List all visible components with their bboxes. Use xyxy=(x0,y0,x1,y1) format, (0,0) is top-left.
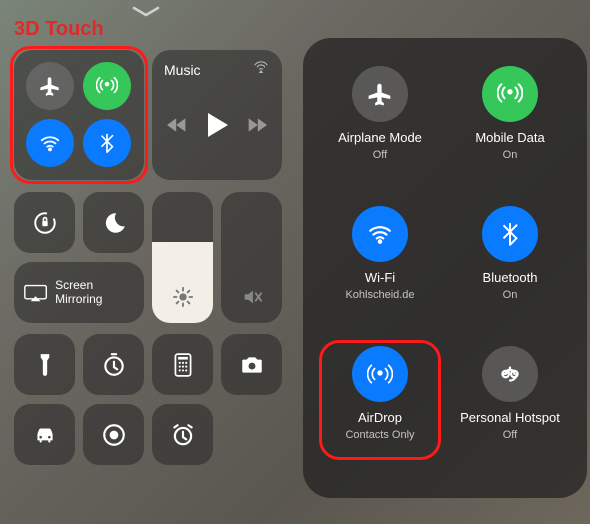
control-center-expanded: Airplane Mode Off Mobile Data On Wi-Fi K… xyxy=(299,0,590,524)
do-not-disturb-button[interactable] xyxy=(83,192,144,253)
antenna-icon xyxy=(96,75,118,97)
item-label: Personal Hotspot xyxy=(460,410,560,425)
item-sub: Contacts Only xyxy=(345,429,414,441)
control-center-collapsed: 3D Touch Music xyxy=(0,0,291,524)
cellular-data-toggle[interactable] xyxy=(83,62,131,110)
screen-record-button[interactable] xyxy=(83,404,144,465)
wifi-icon xyxy=(352,206,408,262)
airdrop-icon xyxy=(352,346,408,402)
volume-slider[interactable] xyxy=(221,192,282,323)
mute-icon xyxy=(241,286,263,313)
wifi-toggle[interactable] xyxy=(26,119,74,167)
screen-mirroring-icon xyxy=(24,283,47,303)
prev-track-icon[interactable] xyxy=(167,116,187,134)
item-label: Wi-Fi xyxy=(365,270,395,285)
next-track-icon[interactable] xyxy=(247,116,267,134)
airplay-icon[interactable] xyxy=(252,60,270,79)
screen-record-icon xyxy=(101,422,127,448)
timer-button[interactable] xyxy=(83,334,144,395)
item-label: Airplane Mode xyxy=(338,130,422,145)
music-tile[interactable]: Music xyxy=(152,50,282,180)
bluetooth-icon xyxy=(482,206,538,262)
alarm-button[interactable] xyxy=(152,404,213,465)
airplane-icon xyxy=(39,75,61,97)
brightness-slider[interactable] xyxy=(152,192,213,323)
car-icon xyxy=(32,422,58,448)
item-sub: Off xyxy=(503,429,517,441)
screen-mirroring-button[interactable]: Screen Mirroring xyxy=(14,262,144,323)
timer-icon xyxy=(101,352,127,378)
item-label: Bluetooth xyxy=(483,270,538,285)
item-sub: Kohlscheid.de xyxy=(345,289,414,301)
connectivity-tile[interactable] xyxy=(14,50,144,180)
play-icon[interactable] xyxy=(205,112,229,138)
brightness-icon xyxy=(172,286,194,313)
airplane-mode-item[interactable]: Airplane Mode Off xyxy=(315,56,445,196)
personal-hotspot-item[interactable]: Personal Hotspot Off xyxy=(445,336,575,476)
wifi-item[interactable]: Wi-Fi Kohlscheid.de xyxy=(315,196,445,336)
item-label: Mobile Data xyxy=(475,130,544,145)
close-chevron-icon[interactable] xyxy=(132,4,160,23)
hotspot-icon xyxy=(482,346,538,402)
bluetooth-item[interactable]: Bluetooth On xyxy=(445,196,575,336)
connectivity-expanded-card: Airplane Mode Off Mobile Data On Wi-Fi K… xyxy=(303,38,587,498)
camera-icon xyxy=(239,352,265,378)
calculator-button[interactable] xyxy=(152,334,213,395)
airplane-icon xyxy=(352,66,408,122)
moon-icon xyxy=(101,210,127,236)
airdrop-item[interactable]: AirDrop Contacts Only xyxy=(315,336,445,476)
calculator-icon xyxy=(170,352,196,378)
flashlight-button[interactable] xyxy=(14,334,75,395)
bluetooth-toggle[interactable] xyxy=(83,119,131,167)
antenna-icon xyxy=(482,66,538,122)
item-sub: On xyxy=(503,289,518,301)
mobile-data-item[interactable]: Mobile Data On xyxy=(445,56,575,196)
item-sub: On xyxy=(503,149,518,161)
rotation-lock-icon xyxy=(32,210,58,236)
alarm-clock-icon xyxy=(170,422,196,448)
annotation-label: 3D Touch xyxy=(14,18,104,41)
screen-mirroring-label: Screen Mirroring xyxy=(55,279,134,307)
airplane-mode-toggle[interactable] xyxy=(26,62,74,110)
item-sub: Off xyxy=(373,149,387,161)
item-label: AirDrop xyxy=(358,410,402,425)
orientation-lock-button[interactable] xyxy=(14,192,75,253)
driving-mode-button[interactable] xyxy=(14,404,75,465)
flashlight-icon xyxy=(32,352,58,378)
camera-button[interactable] xyxy=(221,334,282,395)
wifi-icon xyxy=(39,132,61,154)
bluetooth-icon xyxy=(96,132,118,154)
